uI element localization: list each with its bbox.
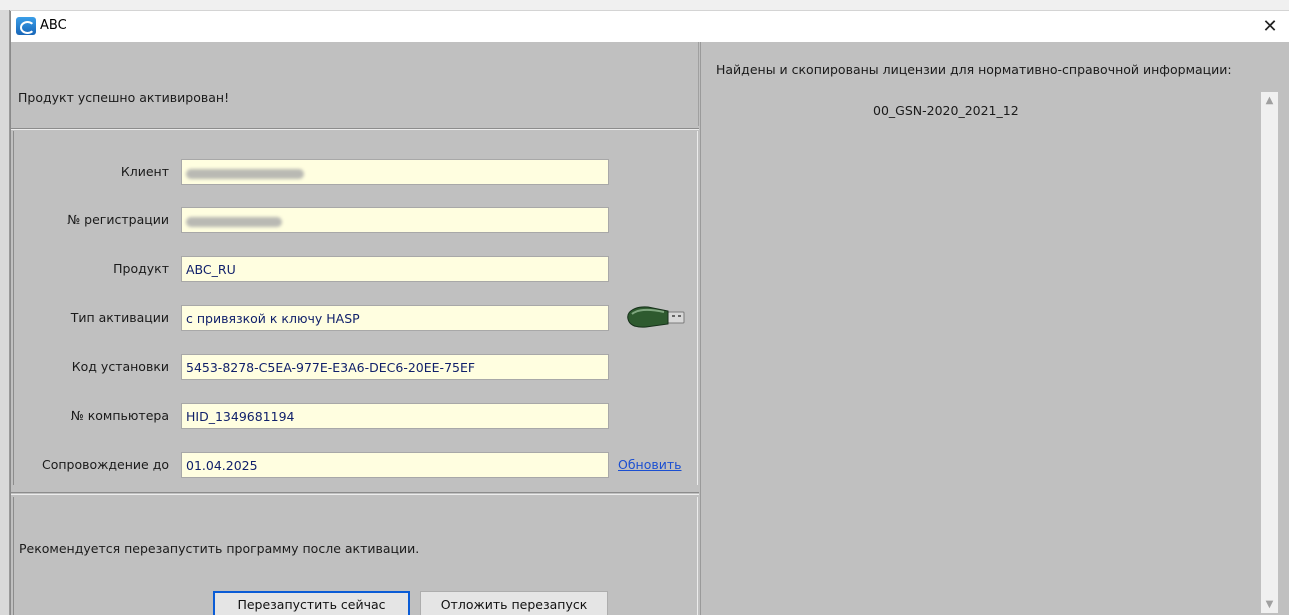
activation-panel: Продукт успешно активирован! Клиент № ре… [11,42,699,615]
close-icon[interactable]: ✕ [1250,11,1289,42]
product-label: Продукт [113,261,169,276]
install-code-field[interactable]: 5453-8278-C5EA-977E-E3A6-DEC6-20EE-75EF [181,354,609,380]
computer-id-row: № компьютера HID_1349681194 [14,403,694,429]
install-code-label: Код установки [71,359,169,374]
app-logo-icon [16,17,36,35]
usb-hasp-key-icon [627,306,685,328]
chevron-up-icon[interactable]: ▲ [1261,92,1278,109]
product-field[interactable]: ABC_RU [181,256,609,282]
restart-now-button[interactable]: Перезапустить сейчас [213,591,410,615]
registration-row: № регистрации [14,207,694,233]
chevron-down-icon[interactable]: ▼ [1261,596,1278,613]
support-until-label: Сопровождение до [42,457,169,472]
activation-type-label: Тип активации [70,310,169,325]
redacted-value [186,168,304,179]
computer-id-label: № компьютера [70,408,169,423]
divider [11,492,699,495]
refresh-link[interactable]: Обновить [618,457,682,472]
background-strip [0,0,1289,10]
licenses-panel: Найдены и скопированы лицензии для норма… [700,42,1289,615]
window-title: ABC [40,18,67,33]
support-until-field[interactable]: 01.04.2025 [181,452,609,478]
divider [11,128,699,130]
list-item[interactable]: 00_GSN-2020_2021_12 [873,103,1019,118]
success-section: Продукт успешно активирован! [11,42,699,126]
support-until-row: Сопровождение до 01.04.2025 Обновить [14,452,694,478]
activation-type-row: Тип активации с привязкой к ключу HASP [14,305,694,331]
client-row: Клиент [14,159,694,185]
restart-section: Рекомендуется перезапустить программу по… [13,497,698,615]
registration-field[interactable] [181,207,609,233]
registration-label: № регистрации [67,212,169,227]
postpone-restart-button[interactable]: Отложить перезапуск [420,591,608,615]
activation-details: Клиент № регистрации Продукт ABC_RU Тип … [13,131,698,485]
client-field[interactable] [181,159,609,185]
install-code-row: Код установки 5453-8278-C5EA-977E-E3A6-D… [14,354,694,380]
licenses-header: Найдены и скопированы лицензии для норма… [716,62,1232,77]
licenses-list[interactable]: 00_GSN-2020_2021_12 [716,90,1266,610]
activation-type-field[interactable]: с привязкой к ключу HASP [181,305,609,331]
title-bar: ABC ✕ [11,11,1289,42]
computer-id-field[interactable]: HID_1349681194 [181,403,609,429]
redacted-value [186,216,282,227]
background-edge [0,10,10,615]
success-message: Продукт успешно активирован! [18,90,230,105]
licenses-scrollbar[interactable]: ▲ ▼ [1261,92,1278,613]
activation-window: ABC ✕ Продукт успешно активирован! Клиен… [10,11,1289,615]
client-label: Клиент [120,164,169,179]
product-row: Продукт ABC_RU [14,256,694,282]
restart-message: Рекомендуется перезапустить программу по… [19,541,420,556]
